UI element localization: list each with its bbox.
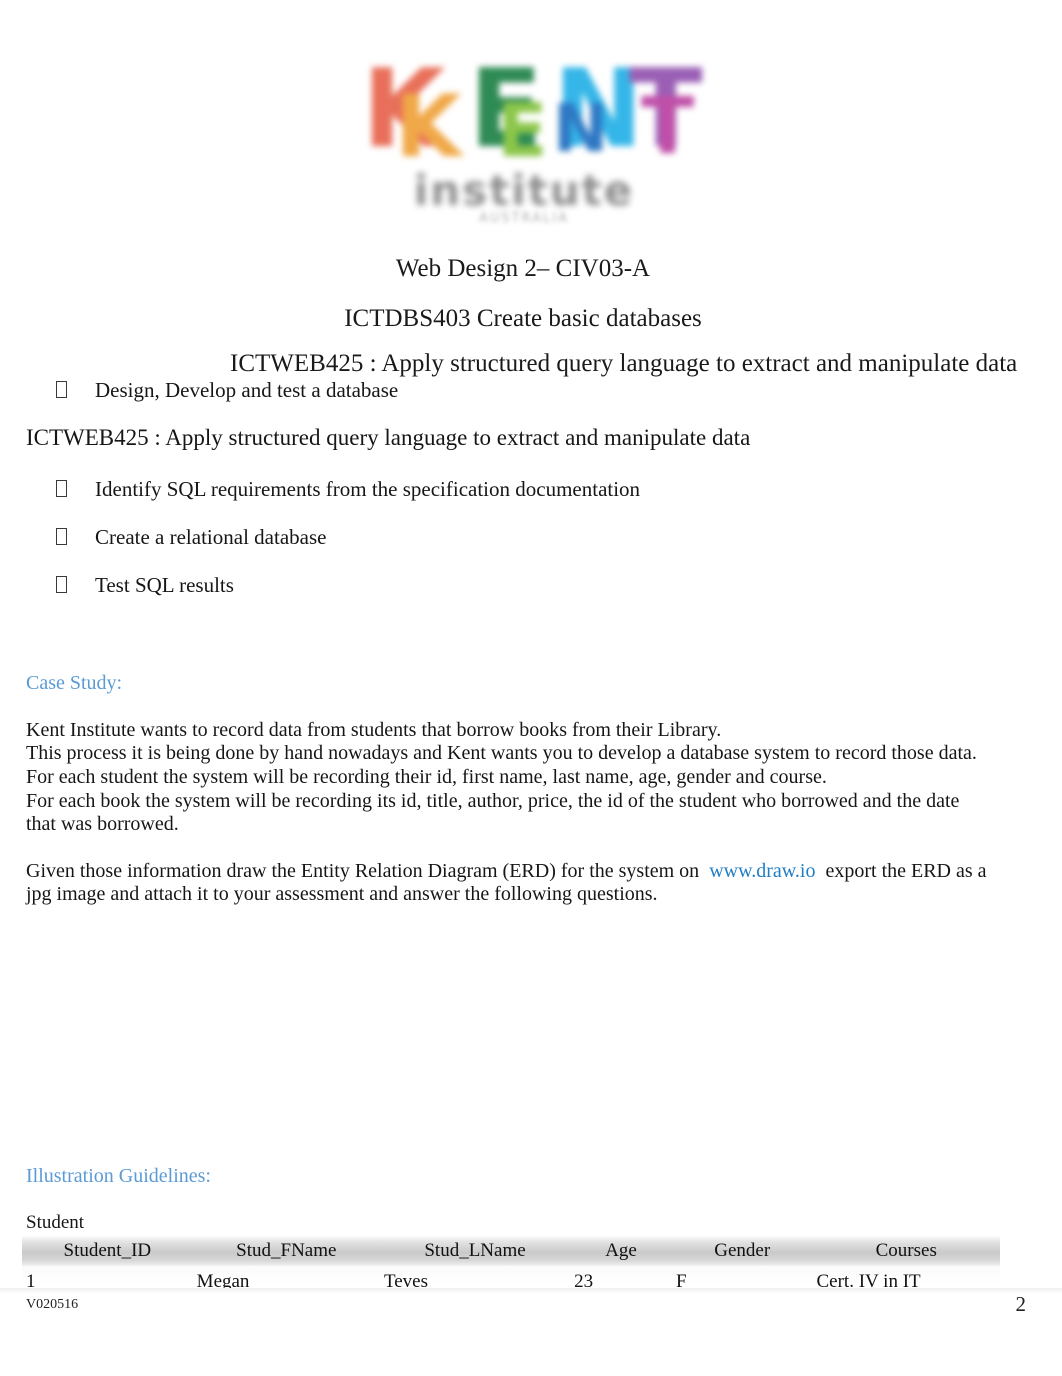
footer-version: V020516: [26, 1297, 79, 1312]
task-line-2: jpg image and attach it to your assessme…: [26, 883, 658, 905]
drawio-link[interactable]: www.draw.io: [709, 860, 815, 882]
student-table-label: Student: [26, 1212, 85, 1233]
logo-letters: K K E E N N T T: [357, 48, 703, 177]
task-text-after: export the ERD as a: [825, 860, 987, 882]
column-header-courses: Courses: [812, 1236, 1000, 1266]
list-item-label: Test SQL results: [95, 573, 234, 597]
unit-code-ictdbs403: ICTDBS403 Create basic databases: [344, 305, 702, 332]
column-header-student-id: Student_ID: [22, 1236, 193, 1266]
task-line-1: Given those information draw the Entity …: [26, 860, 987, 883]
bullet-box-icon: [56, 480, 67, 497]
logo-letter-k-orange: K: [395, 77, 462, 177]
case-study-line-1: Kent Institute wants to record data from…: [26, 719, 722, 741]
case-study-line-4: For each book the system will be recordi…: [26, 790, 960, 812]
table-header-row: Student_ID Stud_FName Stud_LName Age Gen…: [22, 1236, 1000, 1266]
bullet-box-icon: [56, 381, 67, 398]
list-item-create-relational-database: Create a relational database: [56, 525, 326, 550]
list-item-label: Identify SQL requirements from the speci…: [95, 477, 641, 501]
footer-page-number: 2: [1015, 1292, 1027, 1316]
column-header-stud-lname: Stud_LName: [379, 1236, 571, 1266]
column-header-stud-fname: Stud_FName: [192, 1236, 380, 1266]
case-study-line-5: that was borrowed.: [26, 813, 179, 835]
case-study-line-2: This process it is being done by hand no…: [26, 742, 977, 764]
column-header-gender: Gender: [671, 1236, 813, 1266]
case-study-line-3: For each student the system will be reco…: [26, 766, 827, 788]
task-text-before: Given those information draw the Entity …: [26, 860, 700, 882]
list-item-identify-sql: Identify SQL requirements from the speci…: [56, 477, 640, 502]
list-item-test-sql-results: Test SQL results: [56, 573, 234, 598]
section-heading-ictweb425: ICTWEB425 : Apply structured query langu…: [26, 425, 751, 450]
unit-code-ictweb425-top: ICTWEB425 : Apply structured query langu…: [230, 350, 1018, 377]
logo-institute-word: institute: [413, 166, 635, 215]
list-item-design-develop: Design, Develop and test a database: [56, 378, 398, 403]
logo-letter-e-light-green: E: [497, 88, 548, 174]
illustration-guidelines-heading: Illustration Guidelines:: [26, 1165, 211, 1187]
footer-divider: [0, 1288, 1062, 1294]
logo-tagline: AUSTRALIA: [479, 211, 569, 226]
list-item-label: Create a relational database: [95, 525, 327, 549]
student-table-header: Student_ID Stud_FName Stud_LName Age Gen…: [22, 1236, 1000, 1266]
column-header-age: Age: [570, 1236, 672, 1266]
bullet-box-icon: [56, 528, 67, 545]
case-study-heading: Case Study:: [26, 672, 123, 694]
kent-institute-logo: K K E E N N T T institute AUSTRALIA: [357, 48, 703, 233]
list-item-label: Design, Develop and test a database: [95, 378, 399, 402]
page-title: Web Design 2– CIV03-A: [395, 255, 651, 282]
document-page: K K E E N N T T institute AUSTRALIA Web …: [0, 0, 1062, 1376]
logo-letter-n-blue: N: [553, 90, 608, 167]
bullet-box-icon: [56, 576, 67, 593]
logo-letter-t-magenta: T: [641, 82, 694, 172]
